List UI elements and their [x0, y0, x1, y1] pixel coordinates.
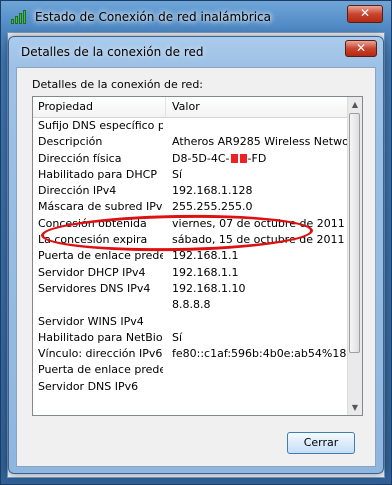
column-divider[interactable] — [165, 97, 166, 117]
table-row[interactable]: Habilitado para NetBios ... Sí — [33, 331, 350, 347]
dialog-title: Detalles de la conexión de red — [21, 45, 204, 59]
table-row[interactable]: La concesión expira sábado, 15 de octubr… — [33, 233, 352, 249]
table-row[interactable]: Dirección IPv4 192.168.1.128 — [33, 184, 350, 200]
dialog-client-area: Detalles de la conexión de red: Propieda… — [16, 67, 376, 467]
close-button[interactable]: Cerrar — [287, 432, 355, 454]
table-row[interactable]: Servidores DNS IPv4 192.168.1.10 — [33, 282, 350, 298]
row-property: Servidor DNS IPv6 — [38, 379, 139, 393]
table-row[interactable]: Servidor WINS IPv4 — [33, 315, 350, 331]
row-value: D8-5D-4C- -FD — [172, 152, 352, 165]
scroll-up-arrow-icon[interactable]: ▲ — [348, 97, 362, 112]
row-value: sábado, 15 de octubre de 2011 17:14 — [172, 233, 352, 247]
outer-close-button[interactable]: ✕ — [347, 5, 383, 23]
details-list[interactable]: Propiedad Valor Sufijo DNS específico p.… — [32, 96, 363, 416]
row-property: Concesión obtenida — [38, 216, 147, 230]
column-header-property[interactable]: Propiedad — [38, 100, 93, 113]
table-row[interactable]: Máscara de subred IPv4 255.255.255.0 — [33, 200, 350, 216]
table-row-mac-address[interactable]: Dirección física D8-5D-4C- -FD — [33, 152, 350, 168]
section-label: Detalles de la conexión de red: — [32, 78, 204, 91]
table-row[interactable]: Concesión obtenida viernes, 07 de octubr… — [33, 216, 352, 233]
row-value: 192.168.1.128 — [172, 184, 253, 198]
dialog-close-button[interactable]: ✕ — [345, 40, 377, 57]
network-details-dialog: Detalles de la conexión de red ✕ Detalle… — [8, 36, 384, 474]
outer-titlebar[interactable]: Estado de Conexión de red inalámbrica ✕ — [1, 1, 391, 33]
row-property: Habilitado para NetBios ... — [38, 330, 163, 344]
row-property: Vínculo: dirección IPv6 l... — [38, 347, 163, 361]
row-property: Sufijo DNS específico p... — [38, 119, 163, 132]
table-row[interactable]: Habilitado para DHCP Sí — [33, 168, 350, 184]
redaction-block — [239, 153, 247, 163]
scroll-down-arrow-icon[interactable]: ▼ — [348, 400, 362, 415]
table-row[interactable]: Descripción Atheros AR9285 Wireless Netw… — [33, 135, 352, 151]
row-property: Servidor DHCP IPv4 — [38, 265, 146, 279]
list-rows: Sufijo DNS específico p... Descripción A… — [33, 119, 352, 396]
row-value: Sí — [172, 167, 183, 181]
row-value: 192.168.1.1 — [172, 249, 239, 263]
row-property: Dirección IPv4 — [38, 184, 117, 198]
table-row[interactable]: Sufijo DNS específico p... — [33, 119, 350, 135]
table-row[interactable]: Puerta de enlace predet... — [33, 363, 350, 379]
mac-suffix: -FD — [247, 151, 267, 165]
row-property: Máscara de subred IPv4 — [38, 200, 163, 214]
row-value: 8.8.8.8 — [172, 298, 211, 312]
row-value: 192.168.1.10 — [172, 281, 246, 295]
row-property: Puerta de enlace predet... — [38, 249, 163, 263]
vertical-scrollbar[interactable]: ▲ ▼ — [347, 97, 362, 415]
table-row[interactable]: Vínculo: dirección IPv6 l... fe80::c1af:… — [33, 347, 350, 363]
row-property: Puerta de enlace predet... — [38, 363, 163, 377]
column-header-value[interactable]: Valor — [172, 100, 200, 113]
table-row[interactable]: Servidor DHCP IPv4 192.168.1.1 — [33, 266, 350, 282]
outer-window-title: Estado de Conexión de red inalámbrica — [35, 10, 271, 24]
row-property: Dirección física — [38, 151, 122, 165]
row-property: Habilitado para DHCP — [38, 167, 157, 181]
table-row[interactable]: Puerta de enlace predet... 192.168.1.1 — [33, 249, 350, 265]
list-header: Propiedad Valor — [33, 97, 350, 118]
table-row[interactable]: Servidor DNS IPv6 — [33, 380, 350, 396]
row-property: Servidores DNS IPv4 — [38, 281, 151, 295]
row-property: Descripción — [38, 135, 103, 149]
row-value: Sí — [172, 330, 183, 344]
table-row[interactable]: 8.8.8.8 — [33, 298, 350, 314]
row-value: Atheros AR9285 Wireless Network Ad — [172, 135, 352, 149]
mac-prefix: D8-5D-4C- — [172, 151, 230, 165]
wireless-signal-icon — [11, 10, 29, 24]
row-value: viernes, 07 de octubre de 2011 10:36 — [172, 216, 352, 230]
redaction-block — [230, 153, 238, 163]
row-value: 192.168.1.1 — [172, 265, 239, 279]
row-value: fe80::c1af:596b:4b0e:ab54%18 — [172, 347, 347, 361]
row-property: Servidor WINS IPv4 — [38, 314, 144, 328]
row-property: La concesión expira — [38, 233, 148, 247]
scrollbar-thumb[interactable] — [349, 113, 360, 353]
row-value: 255.255.255.0 — [172, 200, 253, 214]
